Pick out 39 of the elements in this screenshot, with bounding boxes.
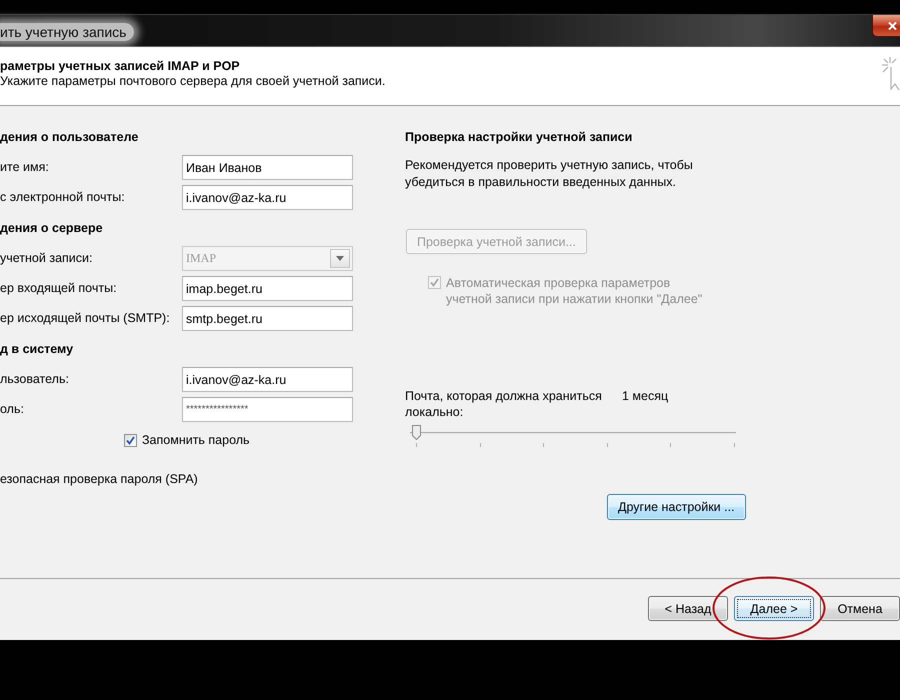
checkbox[interactable] <box>124 434 137 446</box>
option-label: езопасная проверка пароля (SPA) <box>0 472 198 487</box>
text-field[interactable]: imap.beget.ru <box>182 276 353 301</box>
next-button[interactable]: Далее > <box>734 596 814 621</box>
text-field[interactable]: smtp.beget.ru <box>182 306 353 331</box>
back-button[interactable]: < Назад <box>648 596 728 621</box>
text-field[interactable]: Иван Иванов <box>182 155 353 180</box>
close-icon <box>888 22 897 30</box>
text-field[interactable]: i.ivanov@az-ka.ru <box>182 185 353 210</box>
caret-icon <box>330 249 350 268</box>
slider-thumb[interactable] <box>412 425 421 440</box>
field-label: ер исходящей почты (SMTP): <box>0 311 171 326</box>
password-field[interactable]: **************** <box>182 397 353 422</box>
slider-label: Почта, которая должна храниться локально: <box>405 388 603 420</box>
close-button[interactable] <box>872 15 900 37</box>
cancel-button[interactable]: Отмена <box>820 596 900 621</box>
header-title: раметры учетных записей IMAP и POP <box>0 59 241 74</box>
checkmark-icon <box>430 278 439 287</box>
sparkle-cursor-icon <box>880 55 900 91</box>
section-heading: Проверка настройки учетной записи <box>405 129 632 145</box>
header-subtitle: Укажите параметры почтового сервера для своей учетной записи. <box>0 74 386 89</box>
checkmark-icon <box>126 436 135 444</box>
more-settings-button[interactable]: Другие настройки ... <box>607 494 746 520</box>
field-label: льзователь: <box>0 372 70 387</box>
slider-value: 1 месяц <box>622 388 668 404</box>
text-field[interactable]: i.ivanov@az-ka.ru <box>182 367 353 392</box>
checkbox-label: Автоматическая проверка параметров учетной записи при нажатии кнопки "Далее" <box>446 275 702 307</box>
description-text: Рекомендуется проверить учетную запись, чтобы убедиться в правильности введенных данных. <box>405 157 694 191</box>
section-heading: д в систему <box>0 341 74 357</box>
window-title: ить учетную запись <box>0 23 134 41</box>
field-label: учетной записи: <box>0 251 94 266</box>
field-label: ер входящей почты: <box>0 281 118 296</box>
section-heading: дения о пользователе <box>0 129 140 145</box>
field-label: ите имя: <box>0 160 50 175</box>
field-label: оль: <box>0 402 25 417</box>
checkbox-label: Запомнить пароль <box>142 432 250 448</box>
section-heading: дения о сервере <box>0 220 104 236</box>
slider-track[interactable] <box>410 424 736 448</box>
field-label: с электронной почты: <box>0 190 126 205</box>
